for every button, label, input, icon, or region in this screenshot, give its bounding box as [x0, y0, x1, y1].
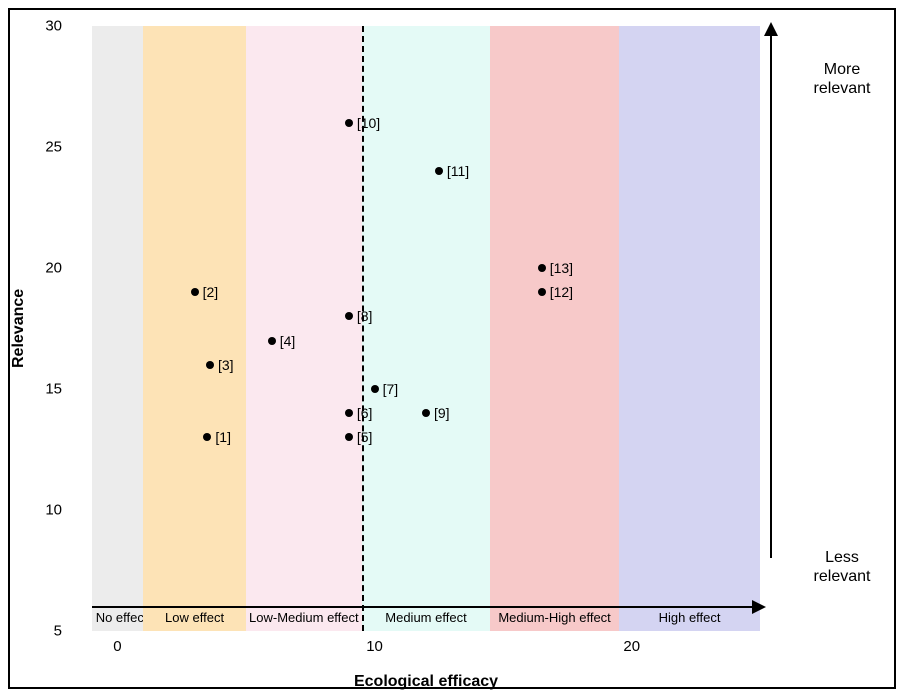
- y-tick: 5: [40, 623, 62, 640]
- efficacy-band-label: High effect: [619, 610, 760, 625]
- data-point: [345, 119, 353, 127]
- data-point-label: [5]: [357, 429, 373, 445]
- data-point: [345, 312, 353, 320]
- data-point-label: [4]: [280, 333, 296, 349]
- data-point: [206, 361, 214, 369]
- efficacy-band-label: Medium-High effect: [490, 610, 619, 625]
- relevance-arrow-head: [764, 22, 778, 36]
- more-relevant-label: More relevant: [802, 60, 882, 98]
- data-point: [435, 167, 443, 175]
- efficacy-band-label: Low-Medium effect: [246, 610, 362, 625]
- less-relevant-text: Less relevant: [814, 549, 871, 585]
- more-relevant-text: More relevant: [814, 61, 871, 97]
- x-axis-arrow-head: [752, 600, 766, 614]
- data-point-label: [13]: [550, 260, 573, 276]
- x-axis-title: Ecological efficacy: [66, 673, 786, 691]
- y-tick: 20: [40, 260, 62, 277]
- efficacy-band: Low effect: [143, 26, 246, 631]
- data-point-label: [7]: [383, 381, 399, 397]
- efficacy-band: Medium effect: [362, 26, 491, 631]
- data-point: [422, 409, 430, 417]
- data-point: [268, 337, 276, 345]
- data-point-label: [6]: [357, 405, 373, 421]
- scatter-chart: Relevance Ecological efficacy No effectL…: [0, 0, 904, 697]
- efficacy-band: High effect: [619, 26, 760, 631]
- x-tick: 0: [113, 638, 121, 655]
- data-point-label: [1]: [215, 429, 231, 445]
- data-point: [538, 264, 546, 272]
- efficacy-band-label: Medium effect: [362, 610, 491, 625]
- y-tick: 25: [40, 139, 62, 156]
- data-point-label: [2]: [203, 284, 219, 300]
- y-tick: 15: [40, 381, 62, 398]
- plot-area: No effectLow effectLow-Medium effectMedi…: [66, 26, 786, 631]
- x-axis-arrow-line: [92, 606, 755, 608]
- data-point-label: [10]: [357, 115, 380, 131]
- efficacy-band-label: No effect: [92, 610, 147, 625]
- data-point: [371, 385, 379, 393]
- less-relevant-label: Less relevant: [802, 548, 882, 586]
- data-point-label: [11]: [447, 163, 469, 179]
- efficacy-band: No effect: [92, 26, 143, 631]
- data-point-label: [8]: [357, 308, 373, 324]
- efficacy-band: Medium-High effect: [490, 26, 619, 631]
- data-point: [345, 409, 353, 417]
- efficacy-band: Low-Medium effect: [246, 26, 362, 631]
- data-point-label: [12]: [550, 284, 573, 300]
- relevance-arrow-line: [770, 34, 772, 558]
- y-tick: 30: [40, 18, 62, 35]
- data-point-label: [9]: [434, 405, 450, 421]
- x-tick: 20: [623, 638, 640, 655]
- data-point: [345, 433, 353, 441]
- data-point: [191, 288, 199, 296]
- data-point: [203, 433, 211, 441]
- x-tick: 10: [366, 638, 383, 655]
- data-point: [538, 288, 546, 296]
- y-tick: 10: [40, 502, 62, 519]
- data-point-label: [3]: [218, 357, 234, 373]
- efficacy-band-label: Low effect: [143, 610, 246, 625]
- y-axis-title: Relevance: [10, 26, 30, 631]
